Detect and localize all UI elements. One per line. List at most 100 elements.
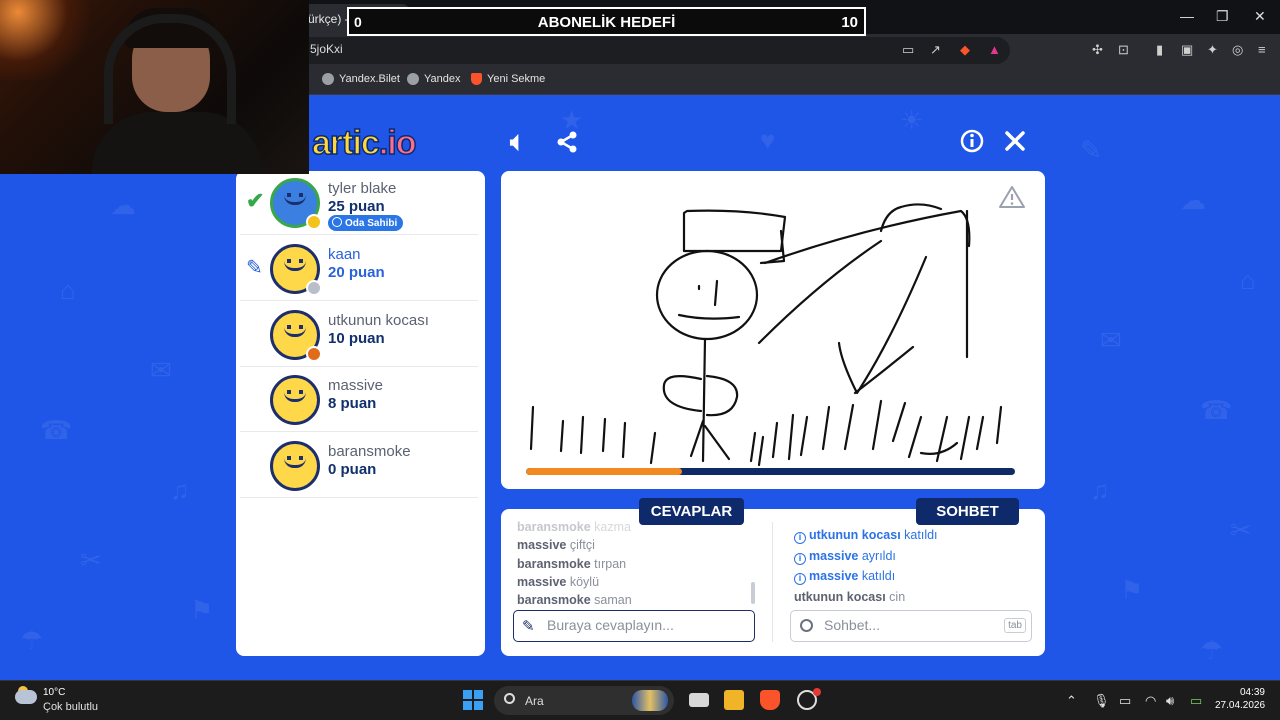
chat-divider [772,522,773,642]
globe-icon [407,73,419,85]
maximize-button[interactable]: ❐ [1216,8,1229,25]
list-item: i massive ayrıldı [794,549,938,570]
chat-text: ayrıldı [861,548,896,563]
list-item: baransmoke saman [517,593,757,606]
share-icon[interactable]: ↗ [930,42,941,58]
cloud-icon[interactable] [15,690,37,704]
sound-icon[interactable]: 🔈︎ [510,126,526,158]
windows-start-icon[interactable] [463,690,483,710]
player-row: massive 8 puan [240,368,478,432]
temperature[interactable]: 10°C [43,687,65,698]
player-name: massive [328,377,384,394]
answer-user: massive [517,574,567,589]
url-text[interactable]: 5joKxi [310,42,343,56]
answer-input[interactable] [547,617,737,633]
close-window-button[interactable]: ✕ [1254,8,1266,25]
list-item: massive köylü [517,575,757,593]
minimize-button[interactable]: — [1180,8,1194,24]
answer-field[interactable]: ✎ [513,610,755,642]
avatar [270,441,320,491]
chat-field[interactable]: tab [790,610,1032,642]
chat-bubble-icon [800,619,813,632]
answer-text: tırpan [594,556,627,571]
player-row: baransmoke 0 puan [240,434,478,498]
answer-user: baransmoke [517,593,591,606]
goal-target: 10 [841,14,858,31]
drawing-strokes [529,203,1003,467]
globe-icon [322,73,334,85]
bookmark-yandex[interactable]: Yandex [407,73,461,85]
wallet-icon[interactable]: ▣ [1181,42,1193,58]
logo-suffix: .io [378,123,417,163]
answers-list[interactable]: baransmoke kazma massive çiftçi baransmo… [517,520,757,606]
answer-text: köylü [569,574,600,589]
display-icon[interactable]: ▭ [1119,693,1131,709]
info-icon[interactable] [960,129,984,153]
weather-description[interactable]: Çok bulutlu [43,701,98,713]
answer-user: baransmoke [517,520,591,534]
extensions-icon[interactable]: ✣ [1092,42,1103,58]
player-score: 10 puan [328,330,385,347]
drawing-canvas[interactable] [501,171,1045,489]
report-warning-icon[interactable] [999,185,1025,209]
vpn-icon[interactable]: ◎ [1232,42,1243,58]
battery-icon[interactable]: ▭ [1190,693,1202,709]
menu-icon[interactable]: ≡ [1258,42,1266,57]
search-highlight-art [632,690,668,711]
pencil-icon: ✎ [522,618,535,635]
player-row: ✔ tyler blake 25 puan Oda Sahibi [240,171,478,235]
tab-chat[interactable]: SOHBET [916,498,1019,525]
file-explorer-icon[interactable] [724,690,744,710]
chevron-up-icon[interactable]: ⌃ [1066,693,1077,709]
room-owner-badge: Oda Sahibi [328,215,404,231]
info-icon: i [794,532,806,544]
share-icon[interactable] [555,130,579,154]
sidebar-icon[interactable]: ▮ [1156,42,1163,58]
taskbar-search[interactable]: Ara [494,686,674,715]
answers-scrollbar[interactable] [751,582,755,604]
list-item: baransmoke kazma [517,520,757,538]
answer-text: çiftçi [569,538,595,553]
chat-user: massive [809,548,859,563]
volume-icon[interactable]: 🔊︎ [1166,693,1174,709]
brave-rewards-icon[interactable]: ▲ [988,42,1001,57]
bookmark-label: Yandex.Bilet [339,73,400,85]
wifi-icon[interactable]: ◠ [1145,693,1156,709]
microphone-icon[interactable]: 🎙︎ [1093,693,1110,709]
clock-date: 27.04.2026 [1215,700,1266,711]
close-icon[interactable] [1004,130,1026,152]
cast-icon[interactable]: ▭ [902,42,914,58]
leo-ai-icon[interactable]: ✦ [1207,42,1218,58]
search-icon [504,693,515,704]
timer-fill [526,468,683,475]
answer-text: saman [594,593,632,606]
list-item: baransmoke tırpan [517,557,757,575]
system-clock[interactable]: 04:39 27.04.2026 [1215,687,1265,713]
gartic-logo[interactable]: artic.io [311,123,417,163]
bookmark-yandex-bilet[interactable]: Yandex.Bilet [322,73,400,85]
status-dot [306,280,322,296]
brave-browser-icon[interactable] [760,690,780,710]
drawing-pencil-icon: ✎ [246,257,263,279]
brave-shields-icon[interactable]: ◆ [960,42,970,58]
chat-user: massive [809,569,859,583]
player-row: ✎ kaan 20 puan [240,237,478,301]
badge-label: Oda Sahibi [345,218,398,229]
webcam-overlay [0,0,309,174]
answer-user: massive [517,538,567,553]
screenshot-icon[interactable]: ⊡ [1118,42,1129,58]
logo-text: artic [311,123,380,163]
player-row: utkunun kocası 10 puan [240,303,478,367]
chat-input[interactable] [824,617,1014,633]
player-list: ✔ tyler blake 25 puan Oda Sahibi ✎ kaan … [236,171,485,656]
chat-user: utkunun kocası [794,589,886,604]
chat-user: utkunun kocası [809,528,901,542]
chat-text: cin [889,589,906,604]
bookmark-yeni-sekme[interactable]: Yeni Sekme [471,73,545,85]
list-item: massive çiftçi [517,538,757,556]
bookmark-label: Yandex [424,73,461,85]
chat-list[interactable]: i utkunun kocası katıldı i massive ayrıldı… [794,528,938,610]
player-score: 20 puan [328,264,385,281]
task-view-icon[interactable] [689,693,709,707]
list-item: utkunun kocası cin [794,590,938,611]
